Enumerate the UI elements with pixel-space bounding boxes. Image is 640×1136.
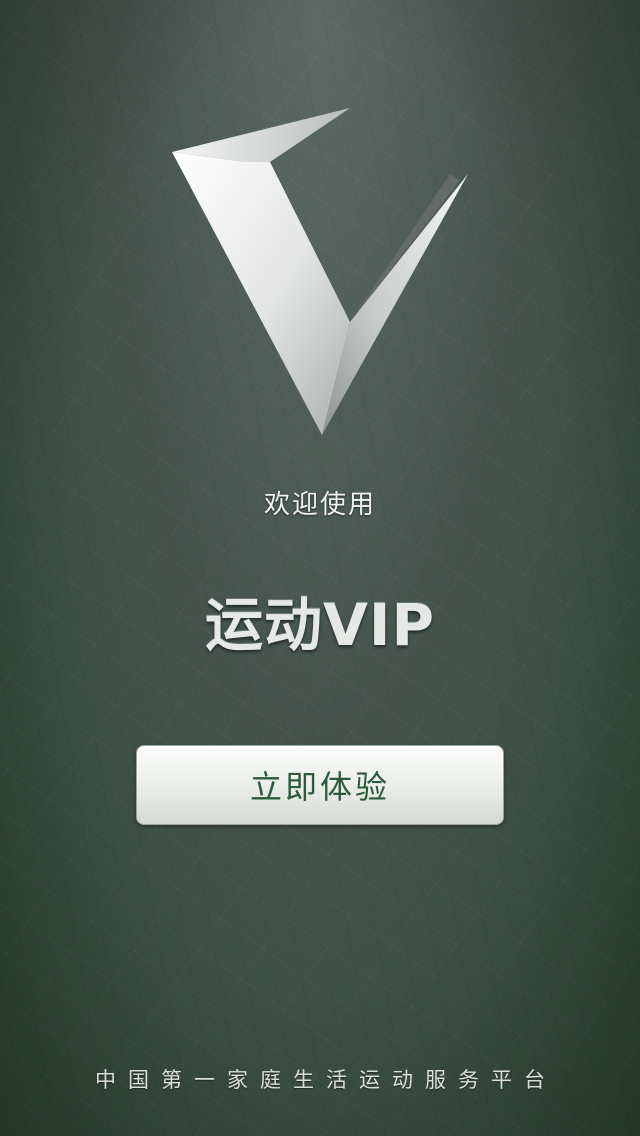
tagline-text: 中国第一家庭生活运动服务平台 [95, 1068, 557, 1092]
try-now-button-label: 立即体验 [249, 768, 390, 806]
welcome-text: 欢迎使用 [263, 490, 376, 520]
try-now-button[interactable]: 立即体验 [136, 745, 504, 825]
app-name-title: 运动VIP [205, 591, 435, 659]
v-logo-icon [172, 108, 468, 435]
